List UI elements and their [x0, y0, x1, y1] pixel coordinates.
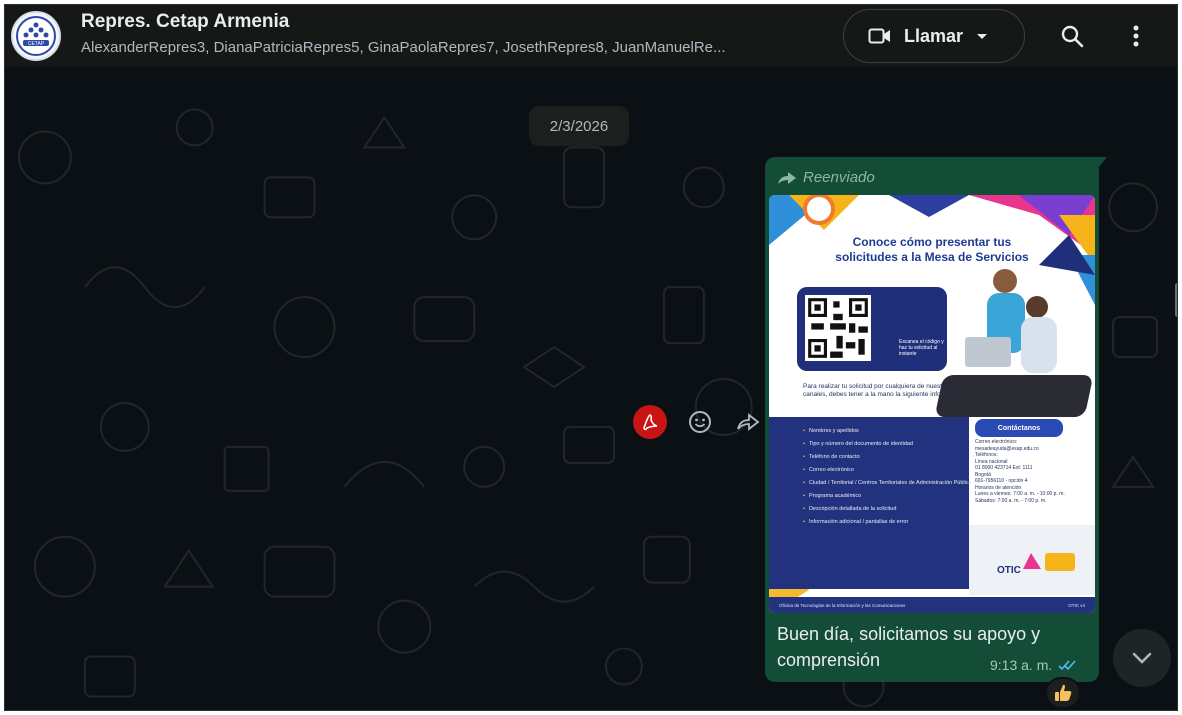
chevron-down-icon[interactable] — [977, 33, 988, 39]
poster-contact-heading: Contáctanos — [975, 419, 1063, 437]
chevron-down-icon — [1132, 652, 1152, 664]
poster-brand: OTIC — [997, 565, 1021, 576]
poster-requirement-item: Correo electrónico — [803, 464, 991, 477]
poster-requirement-item: Tipo y número del documento de identidad — [803, 438, 991, 451]
emoji-reaction-icon[interactable] — [685, 407, 715, 437]
qr-code-icon — [805, 295, 871, 361]
avatar-text: CETAP — [28, 41, 45, 47]
poster-requirement-item: Descripción detallada de la solicitud — [803, 503, 991, 516]
menu-dots-icon[interactable] — [1119, 19, 1153, 53]
message-time: 9:13 a. m. — [990, 657, 1053, 673]
poster-requirement-item: Ciudad / Territorial / Centros Territori… — [803, 477, 991, 490]
scrollbar-thumb[interactable] — [1175, 283, 1177, 317]
poster-contact-line: Lunes a viernes: 7:00 a. m. - 10:00 p. m… — [975, 491, 1065, 497]
poster-footer-left: Oficina de Tecnologías de la Información… — [779, 602, 906, 608]
scroll-to-bottom-button[interactable] — [1113, 629, 1171, 687]
group-avatar[interactable]: CETAP — [11, 11, 61, 61]
forwarded-indicator: Reenviado — [777, 169, 875, 186]
cetap-logo-icon: CETAP — [16, 16, 56, 56]
poster-requirement-item: Información adicional / pantallas de err… — [803, 516, 991, 529]
date-divider: 2/3/2026 — [529, 106, 629, 146]
call-label: Llamar — [904, 25, 964, 46]
poster-footer-right: OTIC v4 — [1068, 602, 1085, 608]
thumbs-up-icon — [1055, 684, 1072, 701]
poster-requirement-item: Programa académico — [803, 490, 991, 503]
chat-header: CETAP Repres. Cetap Armenia AlexanderRep… — [5, 5, 1177, 67]
forwarded-label: Reenviado — [803, 169, 875, 186]
poster-intro: Para realizar tu solicitud por cualquier… — [803, 383, 966, 398]
pdf-icon[interactable] — [633, 405, 667, 439]
message-bubble[interactable]: Reenviado Conoce cómo presentar tus soli… — [765, 157, 1099, 682]
chat-title[interactable]: Repres. Cetap Armenia — [81, 11, 289, 33]
video-call-icon — [868, 28, 890, 44]
poster-qr-note: Escanea el código y haz tu solicitud al … — [899, 339, 944, 357]
forward-message-icon[interactable] — [733, 407, 763, 437]
read-ticks-icon — [1058, 660, 1076, 671]
poster-qr-panel — [797, 287, 947, 371]
participants-list[interactable]: AlexanderRepres3, DianaPatriciaRepres5, … — [81, 39, 821, 56]
poster-contact-line: Sábados: 7:00 a. m. - 7:00 p. m. — [975, 497, 1047, 504]
poster-requirement-item: Teléfono de contacto — [803, 451, 991, 464]
message-image[interactable]: Conoce cómo presentar tus solicitudes a … — [769, 195, 1095, 613]
search-icon[interactable] — [1055, 19, 1089, 53]
poster-contact-info: Correo electrónico: mesadeayuda@esap.edu.… — [975, 439, 1075, 504]
poster-requirements: Nombres y apellidosTipo y número del doc… — [769, 417, 991, 589]
poster-requirement-item: Nombres y apellidos — [803, 425, 991, 438]
chat-window: CETAP Repres. Cetap Armenia AlexanderRep… — [4, 4, 1178, 711]
reaction-badge[interactable] — [1045, 677, 1081, 709]
poster-title: Conoce cómo presentar tus solicitudes a … — [835, 235, 1029, 264]
poster-footer: Oficina de Tecnologías de la Información… — [769, 597, 1095, 613]
forward-icon — [778, 171, 796, 184]
message-meta: 9:13 a. m. — [990, 657, 1078, 673]
call-button[interactable]: Llamar — [843, 9, 1025, 63]
message-actions — [633, 405, 763, 439]
